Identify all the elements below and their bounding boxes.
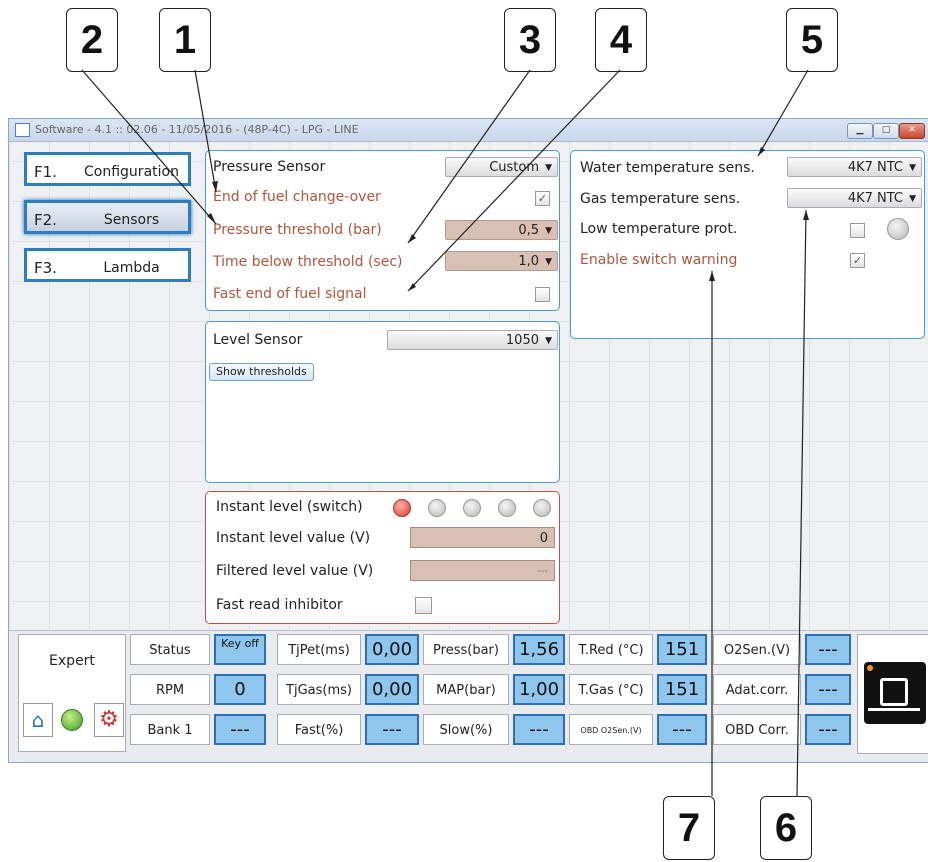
callout-arrows [81, 69, 809, 797]
